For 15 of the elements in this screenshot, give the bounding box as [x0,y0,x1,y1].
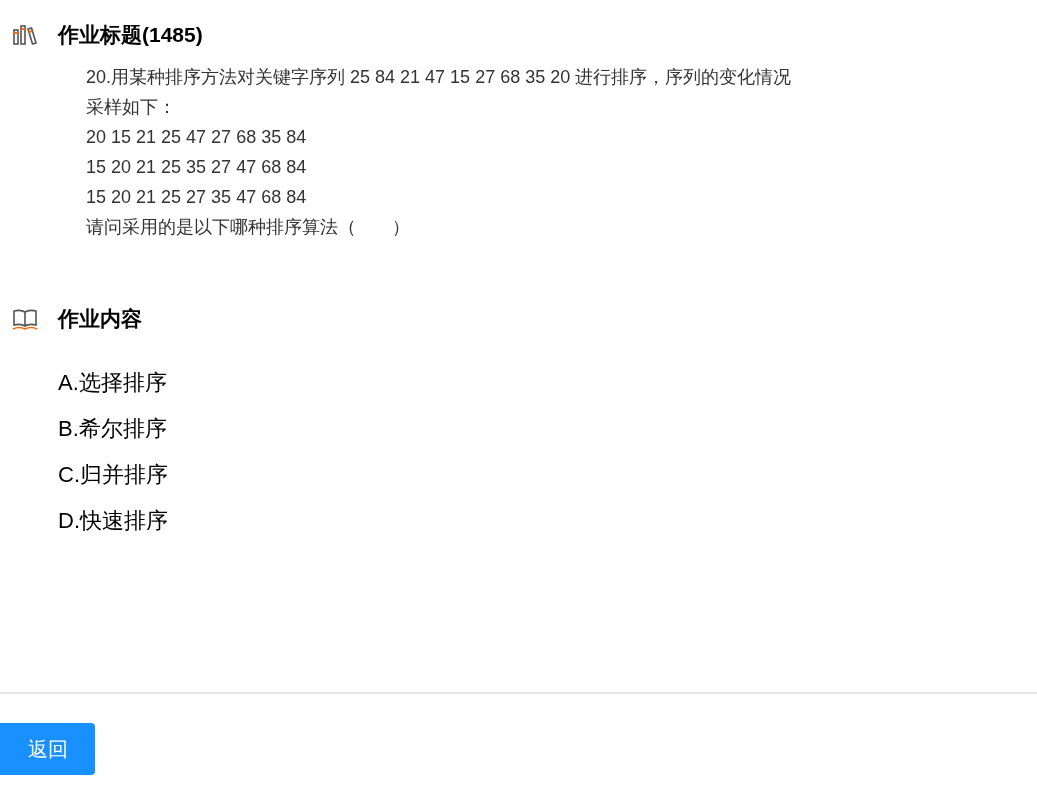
question-text: 15 20 21 25 35 27 47 68 84 [86,156,308,179]
section-heading: 作业标题(1485) [58,22,203,48]
question-text: 采样如下： [86,96,177,119]
answer-option: A.选择排序 [58,366,1037,400]
answer-option: B.希尔排序 [58,412,1037,446]
question-text: 20 15 21 25 47 27 68 35 84 [86,126,308,149]
question-text: 20.用某种排序方法对关键字序列 25 84 21 47 15 27 68 35 20 进行排序，序列的变化情况 [86,66,793,89]
open-book-icon [12,307,38,331]
question-text: 15 20 21 25 27 35 47 68 84 [86,186,308,209]
question-text: 请问采用的是以下哪种排序算法（ ） [86,216,411,239]
answer-option: C.归并排序 [58,458,1037,492]
back-button[interactable]: 返回 [0,723,95,775]
books-icon [12,24,38,46]
answer-option: D.快速排序 [58,504,1037,538]
section-heading: 作业内容 [58,306,142,332]
